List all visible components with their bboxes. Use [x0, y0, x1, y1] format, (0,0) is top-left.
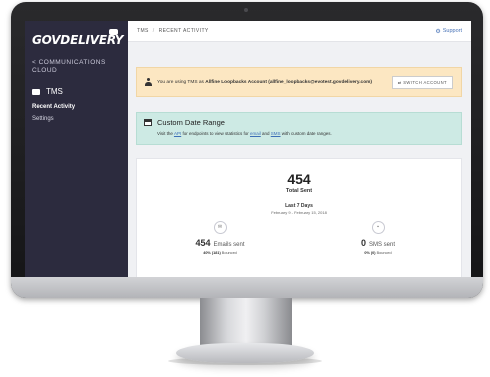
stats-card: 454 Total Sent Last 7 Days February 9 - … [136, 158, 462, 277]
sms-sent-label: SMS sent [369, 242, 396, 248]
calendar-icon [144, 119, 152, 126]
sms-sent-count: 0 [360, 238, 366, 248]
switch-account-button[interactable]: ⇄ SWITCH ACCOUNT [391, 75, 453, 89]
logo-speech-bubble-icon [109, 29, 118, 37]
monitor-chin [11, 277, 483, 298]
screen: GOVDELIVERY < COMMUNICATIONS CLOUD TMS R… [25, 21, 471, 277]
govdelivery-logo[interactable]: GOVDELIVERY [32, 29, 123, 47]
sidebar-item-tms[interactable]: TMS [32, 87, 121, 96]
monitor-stand-base [176, 343, 314, 363]
gear-icon: ⚙ [435, 28, 441, 35]
breadcrumb-separator: / [152, 28, 155, 34]
email-bounced-label: Bounced [221, 251, 237, 255]
banner-text: You are using TMS as Allfine Loopbacks A… [157, 79, 373, 85]
sms-stats: ▪ 0 SMS sent 0% (0) Bounced [323, 221, 433, 255]
monitor-stand-neck [200, 298, 292, 346]
main-content: TMS / RECENT ACTIVITY ⚙ Support You are … [128, 21, 471, 277]
person-icon [145, 78, 152, 86]
sms-bounced-value: 0% (0) [364, 251, 376, 255]
account-name: Allfine Loopbacks Account (allfine_loopb… [205, 79, 373, 85]
emails-sent-count: 454 [195, 238, 211, 248]
sms-link[interactable]: SMS [271, 131, 281, 136]
envelope-icon: ✉ [213, 221, 227, 234]
breadcrumb-tms[interactable]: TMS [137, 28, 149, 34]
email-link[interactable]: email [250, 131, 261, 136]
support-label: Support [442, 28, 462, 34]
period-label: Last 7 Days [285, 203, 313, 209]
custom-date-range-description: Visit the API for endpoints to view stat… [157, 131, 332, 136]
email-stats: ✉ 454 Emails sent 40% (181) Bounced [165, 221, 275, 255]
custom-date-range-title: Custom Date Range [157, 118, 225, 127]
sidebar: GOVDELIVERY < COMMUNICATIONS CLOUD TMS R… [25, 21, 128, 277]
sidebar-section-label: TMS [46, 87, 63, 96]
camera-dot [244, 8, 248, 12]
breadcrumb: TMS / RECENT ACTIVITY ⚙ Support [128, 21, 471, 42]
custom-date-range-panel: Custom Date Range Visit the API for endp… [136, 112, 462, 145]
message-icon [32, 88, 40, 95]
total-sent-count: 454 [287, 171, 311, 187]
breadcrumb-recent-activity: RECENT ACTIVITY [158, 28, 209, 34]
total-sent-label: Total Sent [285, 188, 313, 194]
chat-icon: ▪ [371, 221, 385, 234]
sms-bounced-label: Bounced [376, 251, 392, 255]
sidebar-item-settings[interactable]: Settings [32, 116, 121, 122]
back-to-communications-cloud-link[interactable]: < COMMUNICATIONS CLOUD [32, 59, 121, 75]
period-date-range: February 9 - February 15, 2018 [271, 210, 327, 215]
monitor-frame: GOVDELIVERY < COMMUNICATIONS CLOUD TMS R… [11, 2, 483, 298]
email-bounced-value: 40% (181) [203, 251, 221, 255]
emails-sent-label: Emails sent [213, 242, 245, 248]
sidebar-item-recent-activity[interactable]: Recent Activity [32, 104, 121, 110]
account-banner: You are using TMS as Allfine Loopbacks A… [136, 67, 462, 97]
support-link[interactable]: ⚙ Support [435, 28, 462, 35]
